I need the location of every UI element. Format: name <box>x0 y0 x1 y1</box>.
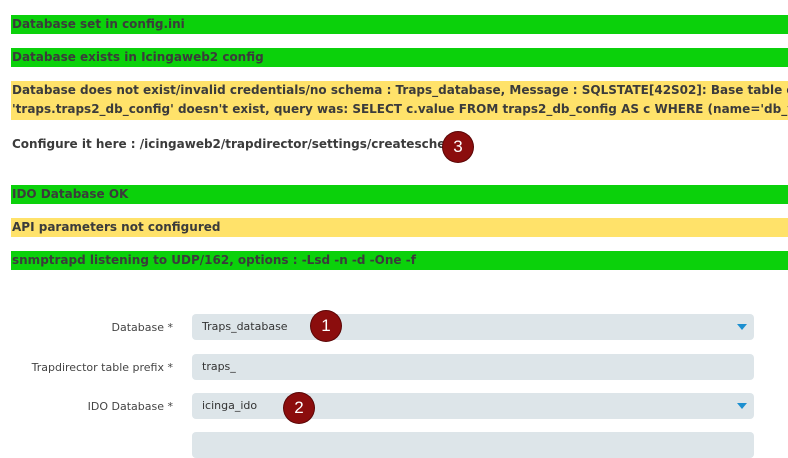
annotation-badge-1: 1 <box>311 311 341 341</box>
prefix-label: Trapdirector table prefix * <box>31 361 173 374</box>
prefix-input[interactable]: traps_ <box>192 354 754 380</box>
annotation-badge-3: 3 <box>443 132 473 162</box>
db-error-line2: 'traps.traps2_db_config' doesn't exist, … <box>12 102 788 116</box>
prefix-input-value: traps_ <box>202 360 236 373</box>
status-db-error: Database does not exist/invalid credenti… <box>11 81 788 120</box>
database-select[interactable]: Traps_database <box>192 314 754 340</box>
status-db-set: Database set in config.ini <box>11 15 788 34</box>
db-error-line1: Database does not exist/invalid credenti… <box>12 83 788 97</box>
ido-database-select-value: icinga_ido <box>202 399 258 412</box>
ido-database-select[interactable]: icinga_ido <box>192 393 754 419</box>
database-label: Database * <box>111 321 173 334</box>
ido-database-label: IDO Database * <box>87 400 173 413</box>
database-select-value: Traps_database <box>202 320 288 333</box>
status-ido-ok: IDO Database OK <box>11 185 788 204</box>
status-snmptrapd: snmptrapd listening to UDP/162, options … <box>11 251 788 270</box>
chevron-down-icon[interactable] <box>737 324 747 330</box>
status-db-exists: Database exists in Icingaweb2 config <box>11 48 788 67</box>
chevron-down-icon[interactable] <box>737 403 747 409</box>
status-api: API parameters not configured <box>11 218 788 237</box>
configure-hint[interactable]: Configure it here : /icingaweb2/trapdire… <box>12 137 466 151</box>
annotation-badge-2: 2 <box>284 393 314 423</box>
next-field[interactable] <box>192 432 754 458</box>
